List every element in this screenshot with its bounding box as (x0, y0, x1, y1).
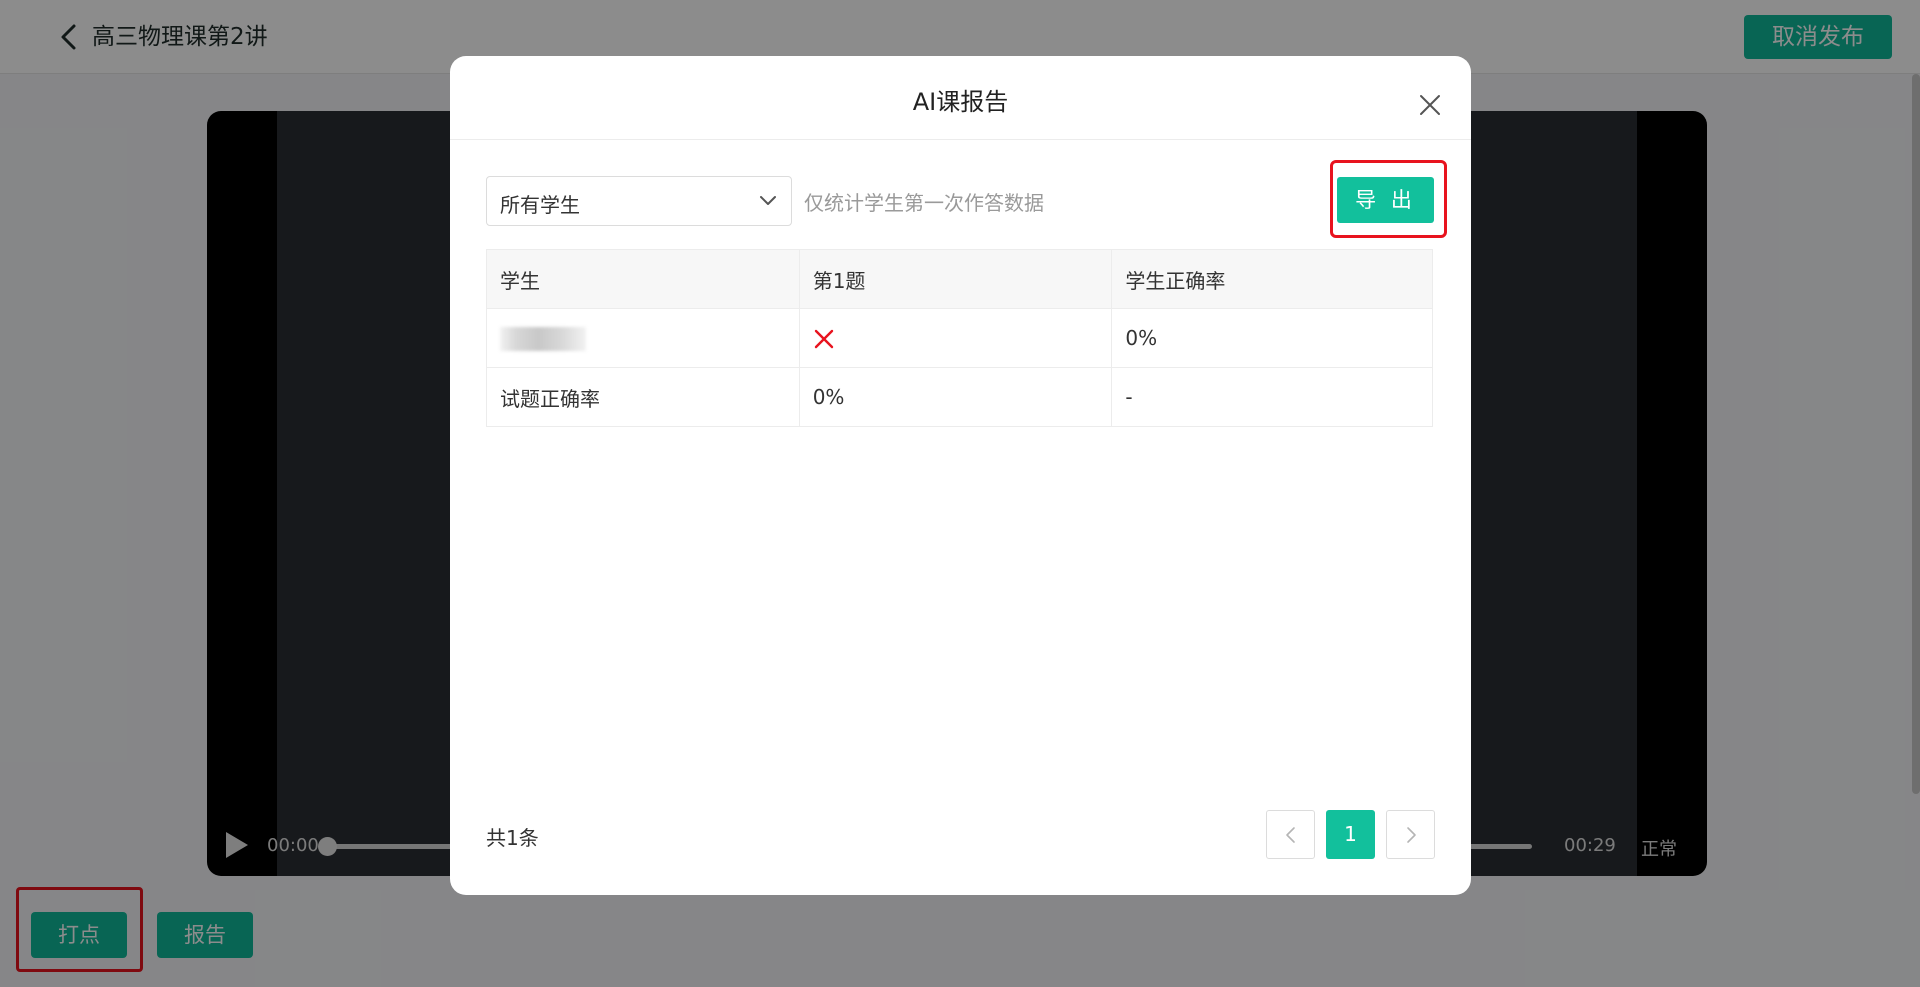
dialog-header: AI课报告 (450, 56, 1471, 140)
student-filter-value: 所有学生 (500, 193, 580, 217)
close-button[interactable] (1417, 92, 1443, 118)
overall-accuracy-cell: - (1111, 367, 1433, 427)
chevron-left-icon (1286, 827, 1295, 843)
table-header-row: 学生 第1题 学生正确率 (486, 249, 1433, 309)
column-header-student: 学生 (486, 249, 800, 309)
question-1-accuracy-cell: 0% (798, 367, 1113, 427)
question-1-cell (798, 308, 1113, 368)
total-count: 共1条 (486, 826, 539, 850)
table-row: 试题正确率 0% - (486, 367, 1433, 427)
chevron-down-icon (760, 196, 776, 205)
pagination-page-1[interactable]: 1 (1326, 810, 1375, 859)
student-filter-select[interactable]: 所有学生 (486, 176, 792, 226)
student-accuracy-cell: 0% (1111, 308, 1433, 368)
filter-hint: 仅统计学生第一次作答数据 (804, 191, 1044, 215)
wrong-icon (814, 330, 833, 349)
dialog-title: AI课报告 (912, 88, 1009, 116)
report-table: 学生 第1题 学生正确率 0% 试题正确率 0% - (486, 249, 1433, 427)
blurred-student-name (500, 326, 586, 351)
column-header-question-1: 第1题 (798, 249, 1113, 309)
question-accuracy-label-cell: 试题正确率 (486, 367, 800, 427)
table-row: 0% (486, 308, 1433, 368)
student-name-cell (486, 308, 800, 368)
chevron-right-icon (1407, 827, 1416, 843)
column-header-accuracy: 学生正确率 (1111, 249, 1433, 309)
pagination-prev-button[interactable] (1266, 810, 1315, 859)
ai-report-dialog: AI课报告 所有学生 仅统计学生第一次作答数据 导 出 学生 第1题 学生正确率 (450, 56, 1471, 895)
highlight-box (1330, 160, 1447, 238)
close-icon (1420, 95, 1440, 115)
pagination-next-button[interactable] (1386, 810, 1435, 859)
